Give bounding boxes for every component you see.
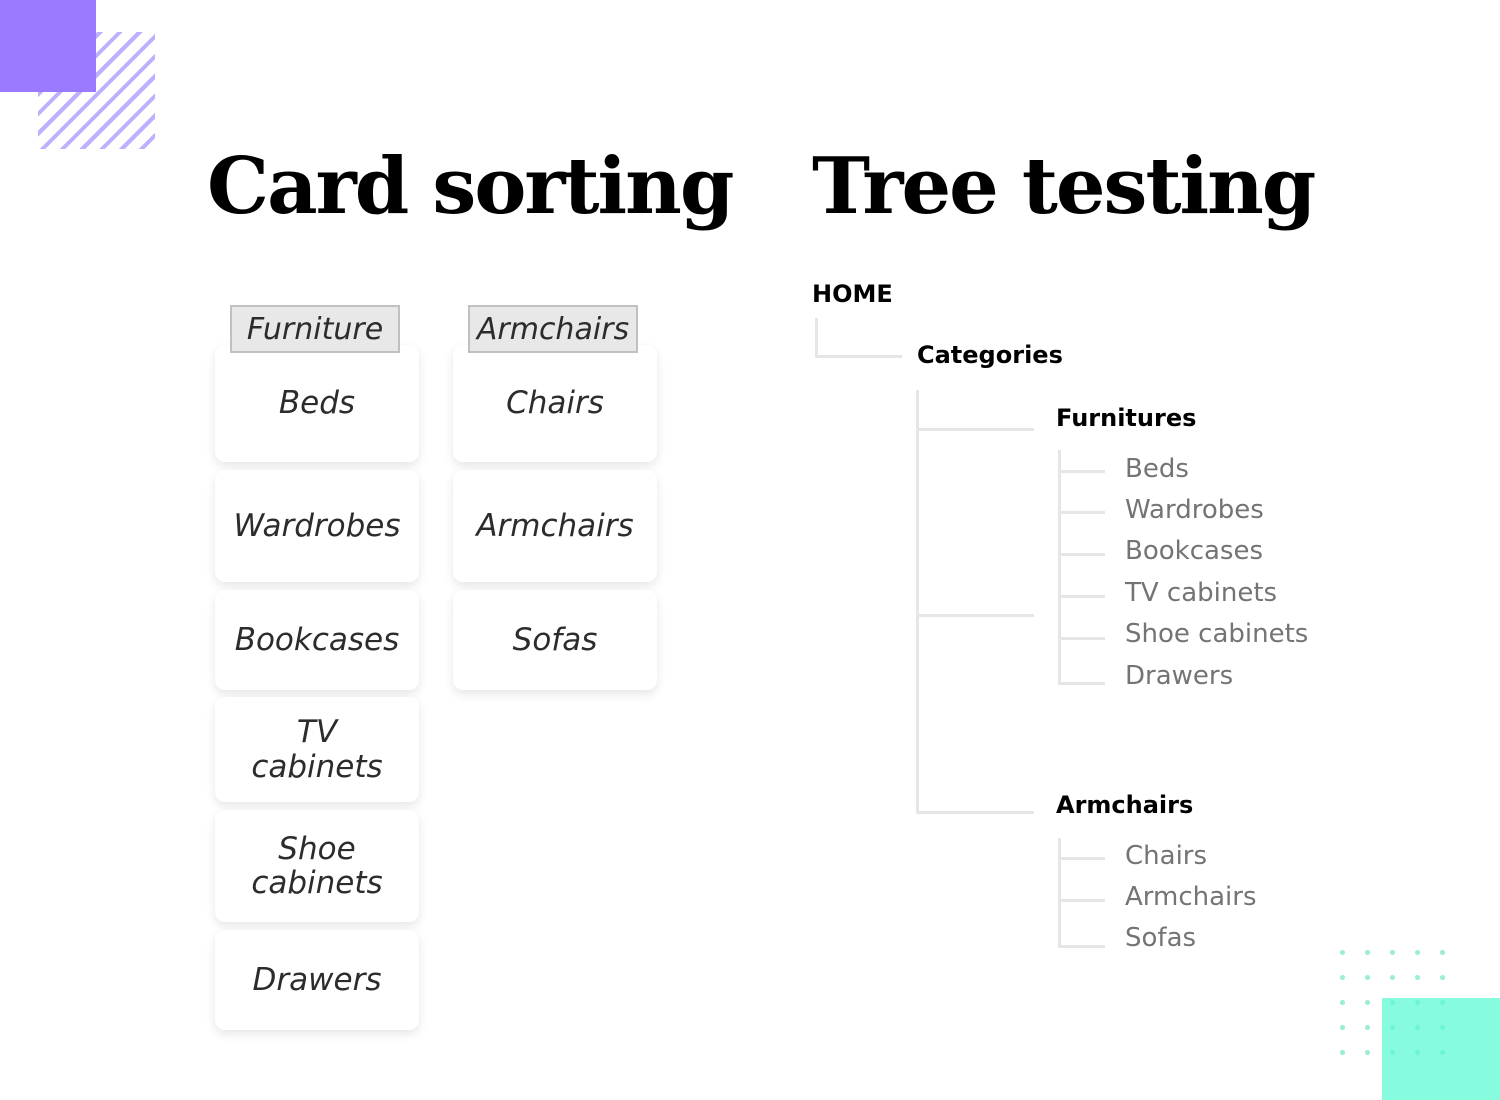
tree-leaf[interactable]: Beds (1125, 456, 1189, 482)
card[interactable]: Chairs (453, 345, 657, 462)
tree-connector (1058, 682, 1105, 685)
tree-leaf[interactable]: Armchairs (1125, 884, 1257, 910)
tree-leaf[interactable]: TV cabinets (1125, 580, 1277, 606)
tree-leaf[interactable]: Bookcases (1125, 538, 1263, 564)
tree-node-furnitures[interactable]: Furnitures (1056, 406, 1196, 430)
tree-leaf[interactable]: Drawers (1125, 663, 1233, 689)
tree-connector (1058, 899, 1105, 902)
tree-connector (815, 355, 902, 358)
tree-connector (1058, 470, 1105, 473)
group-label[interactable]: Armchairs (468, 305, 638, 353)
card[interactable]: Wardrobes (215, 470, 419, 582)
tree-connector (916, 811, 1034, 814)
card[interactable]: Shoe cabinets (215, 810, 419, 922)
decorative-purple-square (0, 0, 96, 92)
tree-root[interactable]: HOME (812, 282, 893, 306)
tree-leaf[interactable]: Chairs (1125, 843, 1207, 869)
card[interactable]: Drawers (215, 930, 419, 1030)
tree-node-armchairs[interactable]: Armchairs (1056, 793, 1193, 817)
tree-connector (916, 390, 919, 814)
tree-connector (916, 614, 1034, 617)
tree-connector (1058, 857, 1105, 860)
tree-connector (916, 428, 1034, 431)
tree-connector (1058, 511, 1105, 514)
tree-leaf[interactable]: Wardrobes (1125, 497, 1264, 523)
card-sorting-title: Card sorting (207, 141, 734, 232)
card[interactable]: Beds (215, 345, 419, 462)
tree-testing-title: Tree testing (812, 141, 1316, 232)
decorative-teal-square (1382, 998, 1500, 1100)
card[interactable]: Bookcases (215, 590, 419, 690)
tree-connector (1058, 595, 1105, 598)
tree-leaf[interactable]: Shoe cabinets (1125, 621, 1308, 647)
tree-connector (1058, 450, 1061, 685)
tree-connector (1058, 945, 1105, 948)
tree-connector (1058, 637, 1105, 640)
tree-connector (815, 318, 818, 358)
card[interactable]: Sofas (453, 590, 657, 690)
card[interactable]: Armchairs (453, 470, 657, 582)
tree-connector (1058, 838, 1061, 948)
tree-leaf[interactable]: Sofas (1125, 925, 1196, 951)
tree-node-categories[interactable]: Categories (917, 343, 1063, 367)
tree-connector (1058, 553, 1105, 556)
group-label[interactable]: Furniture (230, 305, 400, 353)
card[interactable]: TV cabinets (215, 697, 419, 802)
